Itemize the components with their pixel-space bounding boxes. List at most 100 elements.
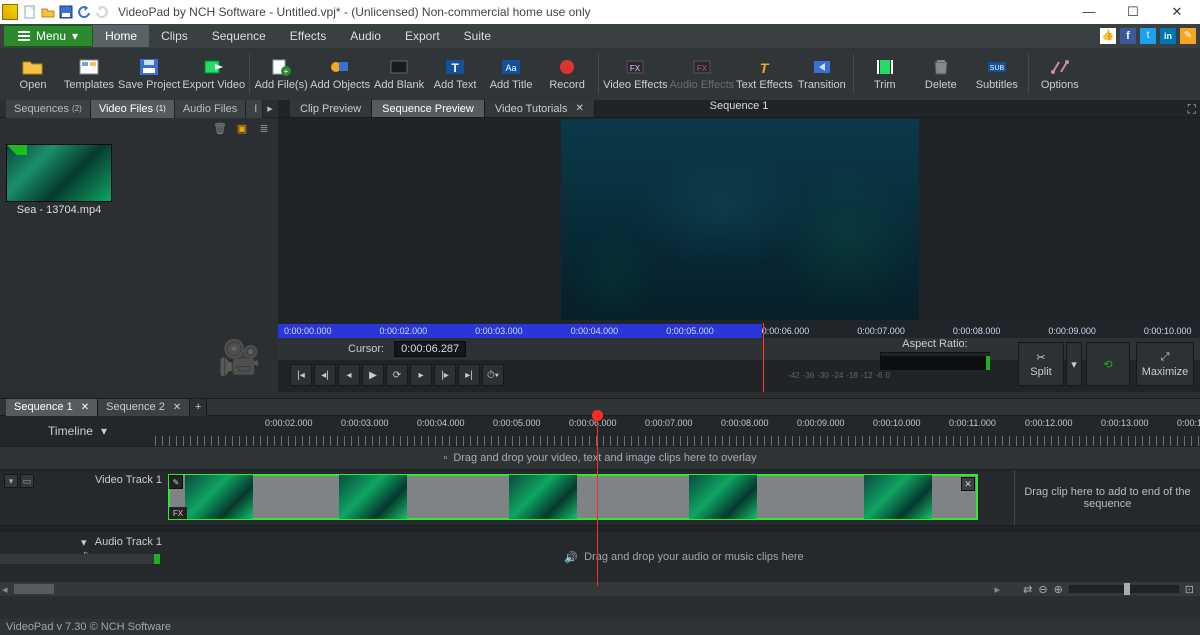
- toolbar-video-effects[interactable]: FXVideo Effects: [603, 50, 667, 98]
- add-objects-icon: [329, 57, 351, 77]
- tab-close-icon[interactable]: ✕: [173, 402, 181, 413]
- bin-listview-icon[interactable]: ≣: [256, 120, 272, 136]
- toolbar-options[interactable]: Options: [1033, 50, 1087, 98]
- timeline-ruler[interactable]: 0:00:02.0000:00:03.0000:00:04.0000:00:05…: [155, 416, 1200, 446]
- zoom-out-icon[interactable]: ⊖: [1038, 583, 1047, 596]
- preview-tab-1[interactable]: Sequence Preview: [372, 100, 485, 117]
- menu-export[interactable]: Export: [393, 25, 452, 47]
- video-clip[interactable]: ✎ FX ✕: [168, 474, 978, 520]
- menu-home[interactable]: Home: [93, 25, 149, 47]
- aspect-label: Aspect Ratio:: [902, 338, 967, 350]
- preview-tab-2[interactable]: Video Tutorials✕: [485, 100, 595, 117]
- open-icon[interactable]: [40, 4, 56, 20]
- play-button[interactable]: ▶: [362, 364, 384, 386]
- toolbar-add-text[interactable]: TAdd Text: [428, 50, 482, 98]
- toolbar-delete[interactable]: Delete: [914, 50, 968, 98]
- toolbar-subtitles[interactable]: SUBSubtitles: [970, 50, 1024, 98]
- prev-frame-button[interactable]: ◂|: [314, 364, 336, 386]
- audio-level-bar[interactable]: [0, 554, 160, 564]
- menu-audio[interactable]: Audio: [338, 25, 393, 47]
- toolbar-audio-effects[interactable]: FXAudio Effects: [670, 50, 735, 98]
- next-frame-button[interactable]: |▸: [434, 364, 456, 386]
- preview-tab-0[interactable]: Clip Preview: [290, 100, 372, 117]
- bin-addfolder-icon[interactable]: ▣: [234, 120, 250, 136]
- popout-icon[interactable]: ⛶: [1188, 102, 1196, 117]
- minimize-button[interactable]: —: [1076, 4, 1102, 20]
- 360-button[interactable]: ⟲: [1086, 342, 1130, 386]
- main-menu-button[interactable]: Menu ▾: [4, 25, 93, 47]
- bin-tabs-overflow[interactable]: ▸: [263, 102, 277, 115]
- new-icon[interactable]: [22, 4, 38, 20]
- split-button[interactable]: ✂ Split: [1018, 342, 1064, 386]
- overlay-track[interactable]: ▫ Drag and drop your video, text and ima…: [0, 446, 1200, 470]
- toolbar-add-objects[interactable]: Add Objects: [310, 50, 370, 98]
- toolbar-add-files[interactable]: +Add File(s): [254, 50, 308, 98]
- swap-view-icon[interactable]: ⇄: [1023, 583, 1032, 596]
- media-item[interactable]: Sea - 13704.mp4: [6, 144, 112, 216]
- save-icon[interactable]: [58, 4, 74, 20]
- bin-tab-0[interactable]: Sequences (2): [6, 100, 91, 118]
- zoom-fit-icon[interactable]: ⊡: [1185, 583, 1194, 596]
- templates-icon: [78, 57, 100, 77]
- timeline-scrollbar[interactable]: ◂ ▸ ⇄ ⊖ ⊕ ⊡: [0, 582, 1200, 596]
- toolbar-trim[interactable]: Trim: [858, 50, 912, 98]
- tab-close-icon[interactable]: ✕: [81, 402, 89, 413]
- add-sequence-button[interactable]: +: [190, 399, 207, 416]
- clip-fx-label[interactable]: FX: [169, 507, 187, 519]
- menu-suite[interactable]: Suite: [452, 25, 503, 47]
- track-collapse-toggle[interactable]: ▾: [4, 474, 18, 488]
- clip-remove-button[interactable]: ✕: [961, 477, 975, 491]
- speed-button[interactable]: ⏱▾: [482, 364, 504, 386]
- menu-effects[interactable]: Effects: [278, 25, 338, 47]
- timeline-playhead[interactable]: [597, 416, 598, 586]
- linkedin-icon[interactable]: in: [1160, 28, 1176, 44]
- zoom-in-icon[interactable]: ⊕: [1054, 583, 1063, 596]
- loop-button[interactable]: ⟳: [386, 364, 408, 386]
- undo-icon[interactable]: [76, 4, 92, 20]
- bin-delete-icon[interactable]: 🗑: [212, 120, 228, 136]
- toolbar-add-blank[interactable]: Add Blank: [372, 50, 426, 98]
- toolbar-open[interactable]: Open: [6, 50, 60, 98]
- toolbar-transition[interactable]: Transition: [795, 50, 849, 98]
- split-dropdown[interactable]: ▾: [1066, 342, 1082, 386]
- bin-tab-2[interactable]: Audio Files: [175, 100, 246, 118]
- toolbar-save-project[interactable]: Save Project: [118, 50, 180, 98]
- feedback-icon[interactable]: ✎: [1180, 28, 1196, 44]
- go-end-button[interactable]: ▸|: [458, 364, 480, 386]
- bin-tab-1[interactable]: Video Files (1): [91, 100, 175, 118]
- preview-playhead[interactable]: [763, 323, 764, 392]
- video-track-body[interactable]: ✎ FX ✕ Drag clip here to add to end of t…: [168, 470, 1200, 525]
- track-visible-toggle[interactable]: ▭: [20, 474, 34, 488]
- close-button[interactable]: ✕: [1164, 4, 1190, 20]
- timeline-label[interactable]: Timeline ▾: [0, 424, 155, 438]
- maximize-preview-button[interactable]: ⤢ Maximize: [1136, 342, 1194, 386]
- bin-tab-3[interactable]: I: [246, 100, 263, 118]
- go-start-button[interactable]: |◂: [290, 364, 312, 386]
- sequence-tab-1[interactable]: Sequence 2✕: [98, 399, 190, 416]
- cursor-value[interactable]: 0:00:06.287: [394, 341, 466, 357]
- maximize-button[interactable]: ☐: [1120, 4, 1146, 20]
- menu-clips[interactable]: Clips: [149, 25, 200, 47]
- rewind-button[interactable]: ◂: [338, 364, 360, 386]
- toolbar-text-effects[interactable]: TText Effects: [736, 50, 793, 98]
- toolbar-add-title[interactable]: AaAdd Title: [484, 50, 538, 98]
- like-icon[interactable]: 👍: [1100, 28, 1116, 44]
- tab-close-icon[interactable]: ✕: [575, 103, 583, 114]
- facebook-icon[interactable]: f: [1120, 28, 1136, 44]
- twitter-icon[interactable]: t: [1140, 28, 1156, 44]
- drag-end-hint[interactable]: Drag clip here to add to end of the sequ…: [1014, 470, 1200, 525]
- redo-icon[interactable]: [94, 4, 110, 20]
- toolbar-templates[interactable]: Templates: [62, 50, 116, 98]
- sequence-tab-0[interactable]: Sequence 1✕: [6, 399, 98, 416]
- menu-sequence[interactable]: Sequence: [200, 25, 278, 47]
- preview-time-ruler[interactable]: 0:00:00.0000:00:02.0000:00:03.0000:00:04…: [278, 324, 1200, 338]
- atrack-collapse-toggle[interactable]: ▾: [81, 536, 95, 549]
- vu-bar-bg: [880, 356, 990, 370]
- toolbar-record[interactable]: Record: [540, 50, 594, 98]
- toolbar-export-video[interactable]: Export Video: [182, 50, 245, 98]
- forward-button[interactable]: ▸: [410, 364, 432, 386]
- clip-edit-icon[interactable]: ✎: [169, 475, 183, 489]
- scroll-thumb[interactable]: [14, 584, 54, 594]
- audio-track-body[interactable]: 🔊 Drag and drop your audio or music clip…: [168, 532, 1200, 582]
- zoom-slider[interactable]: [1069, 585, 1179, 593]
